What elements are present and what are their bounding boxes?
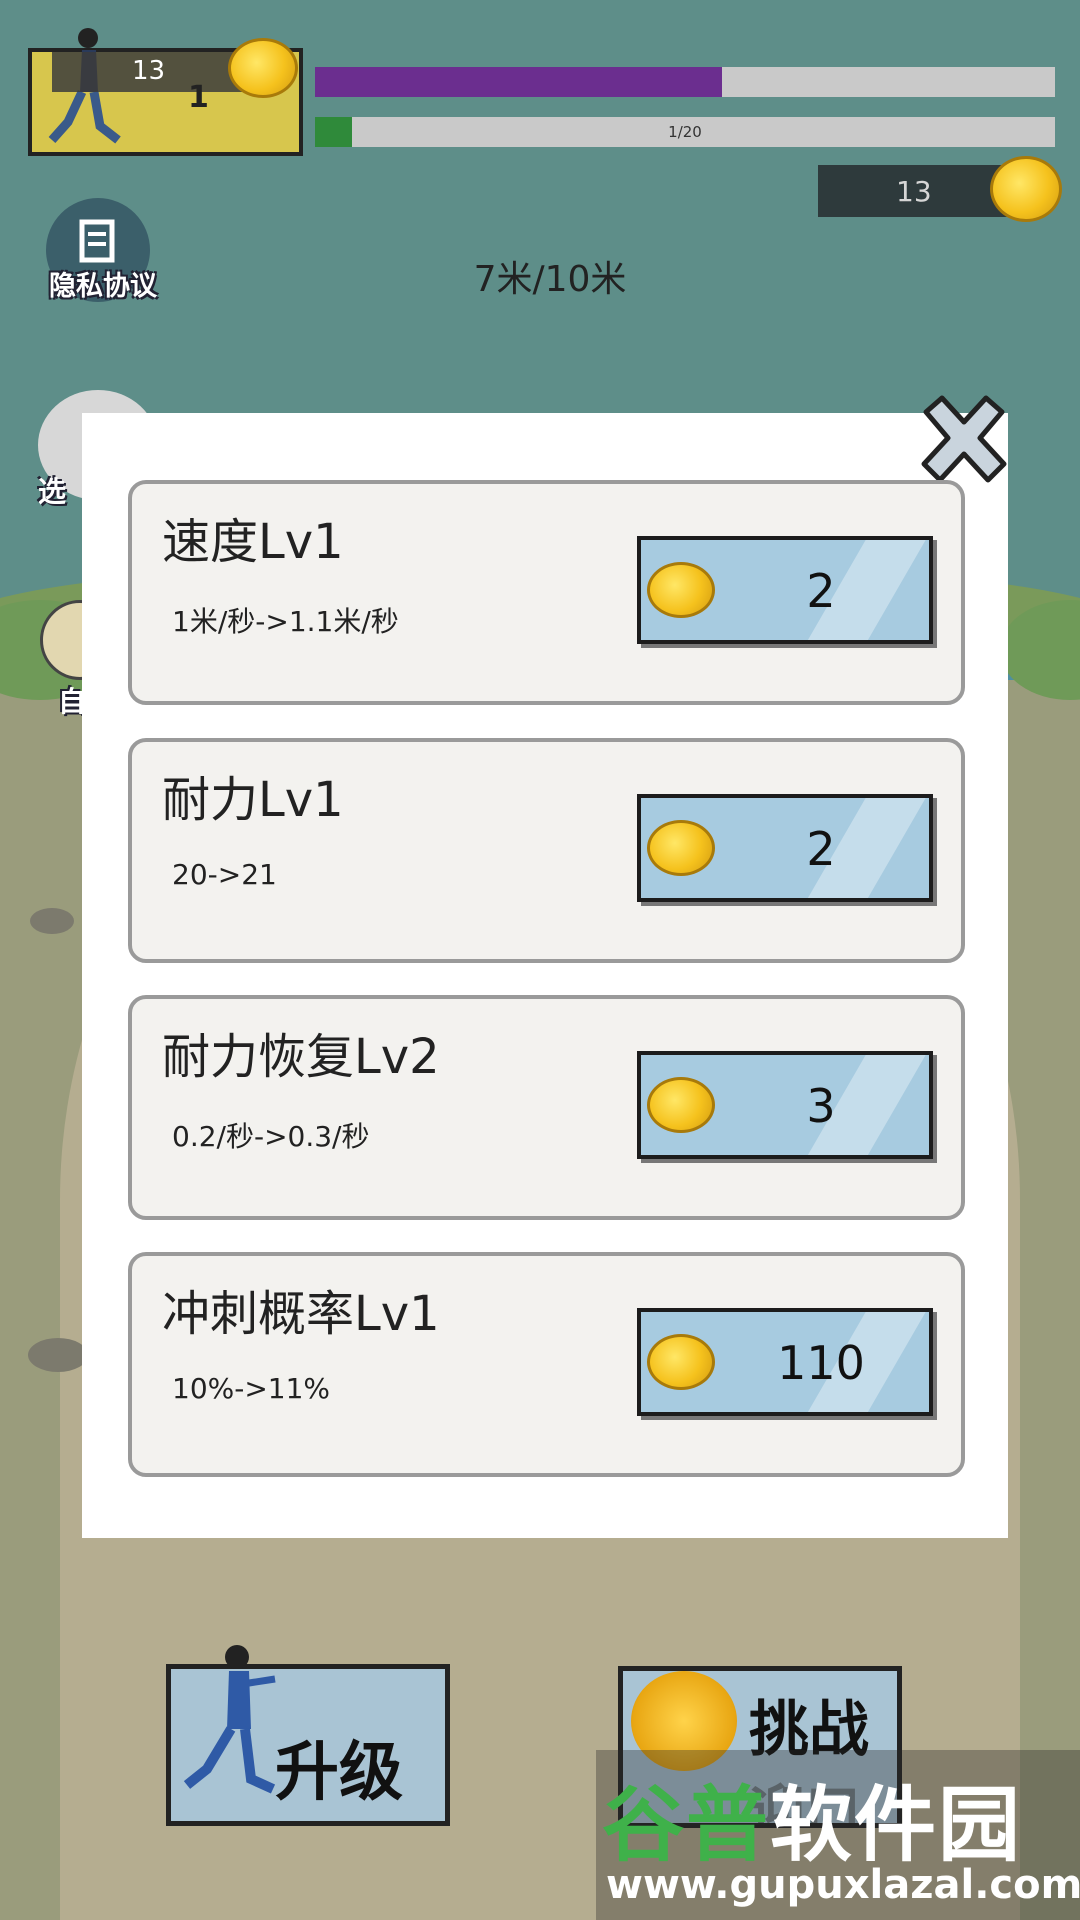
watermark-name-part1: 谷普 [602,1778,771,1873]
rock [28,1338,88,1372]
stage-progress-bar: 1/20 [315,117,1055,147]
upgrade-label: 升级 [275,1736,403,1810]
watermark: 谷普软件园 www.gupuxlazal.com [596,1750,1080,1920]
privacy-button[interactable]: 隐私协议 [38,198,158,308]
buy-upgrade-button[interactable]: 3 [637,1051,933,1159]
upgrade-description: 1米/秒->1.1米/秒 [172,605,399,638]
coin-count: 13 [896,175,932,208]
watermark-url: www.gupuxlazal.com [606,1862,1080,1908]
watermark-name-part2: 软件园 [770,1778,1023,1873]
upgrade-description: 0.2/秒->0.3/秒 [172,1120,370,1153]
upgrade-title: 耐力恢复Lv2 [162,1029,440,1085]
runner-icon [48,28,121,144]
select-label: 选 [38,475,67,508]
level-number: 1 [188,80,209,115]
upgrade-title: 耐力Lv1 [162,772,344,828]
upgrade-button[interactable]: 升级 [166,1645,450,1826]
coin-icon [647,1077,715,1133]
coin-counter: 13 [818,165,1008,217]
upgrade-cost: 110 [777,1336,865,1390]
upgrade-description: 20->21 [172,858,277,891]
upgrade-cost: 2 [806,822,836,876]
stamina-bar-fill [315,67,722,97]
coin-icon [647,820,715,876]
upgrade-cost: 2 [806,564,836,618]
runner-icon [183,1645,276,1794]
gold-value: 13 [132,56,166,86]
coin-icon [647,562,715,618]
close-icon [921,395,1007,483]
distance-text: 7米/10米 [473,259,627,300]
upgrade-title: 速度Lv1 [162,514,344,570]
coin-icon [647,1334,715,1390]
coin-icon [228,38,298,98]
upgrade-title: 冲刺概率Lv1 [162,1286,440,1342]
upgrade-cost: 3 [806,1079,836,1133]
coin-icon [990,156,1062,222]
buy-upgrade-button[interactable]: 110 [637,1308,933,1416]
upgrade-card: 耐力恢复Lv2 0.2/秒->0.3/秒 3 [128,995,965,1220]
upgrade-card: 耐力Lv1 20->21 2 [128,738,965,963]
watermark-name: 谷普软件园 [602,1758,1022,1877]
stage-progress-text: 1/20 [668,123,702,141]
upgrade-card: 冲刺概率Lv1 10%->11% 110 [128,1252,965,1477]
close-button[interactable] [912,392,1016,488]
rock [30,908,74,934]
buy-upgrade-button[interactable]: 2 [637,794,933,902]
gold-bar: 13 [52,52,252,92]
privacy-label: 隐私协议 [49,271,157,302]
buy-upgrade-button[interactable]: 2 [637,536,933,644]
stamina-bar [315,67,1055,97]
upgrade-description: 10%->11% [172,1372,331,1405]
upgrade-card: 速度Lv1 1米/秒->1.1米/秒 2 [128,480,965,705]
